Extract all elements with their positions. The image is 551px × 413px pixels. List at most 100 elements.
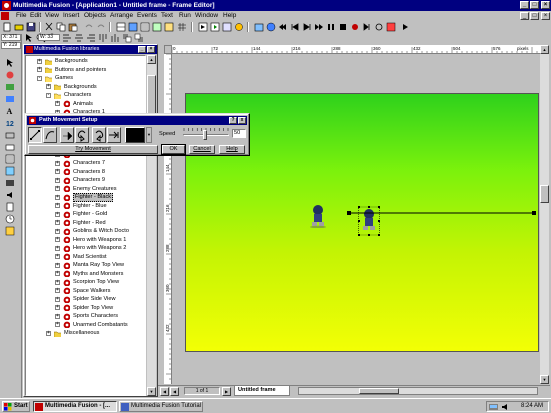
tree-item[interactable]: + Spider Top View [26,304,145,313]
document-icon[interactable] [1,12,9,20]
path-color-tool[interactable] [125,127,145,143]
mdi-minimize-button[interactable]: _ [520,12,529,20]
help-button[interactable]: Help [219,145,245,154]
grid-icon[interactable] [177,22,187,32]
pointer-tool-icon[interactable] [5,58,15,68]
stop-icon[interactable] [338,22,348,32]
bring-to-front-icon[interactable] [122,33,132,43]
expand-icon[interactable]: + [55,194,60,200]
data-elements-icon[interactable] [164,22,174,32]
fighter-character-sprite[interactable] [309,204,327,228]
text-object-icon[interactable]: A [5,106,15,116]
copy-icon[interactable] [56,22,66,32]
speaker-icon[interactable] [501,403,509,411]
expand-icon[interactable]: + [55,262,60,268]
tree-item[interactable]: + Buttons and pointers [26,66,145,75]
tree-item[interactable]: + Characters 8 [26,168,145,177]
menu-objects[interactable]: Objects [84,11,106,21]
quick-backdrop-icon[interactable] [5,94,15,104]
counter-object-icon[interactable]: 12 [5,118,15,128]
menu-run[interactable]: Run [179,11,191,21]
tree-item[interactable]: + Unarmed Combatants [26,321,145,330]
mdi-close-button[interactable]: × [541,12,550,20]
mdi-restore-button[interactable]: □ [530,12,539,20]
y-coordinate[interactable]: Y: 219 [1,42,21,49]
run-application-icon[interactable] [198,22,208,32]
step-back-icon[interactable] [290,22,300,32]
tree-item[interactable]: + Backgrounds [26,83,145,92]
close-button[interactable]: × [541,1,550,9]
tree-item[interactable]: + Backgrounds [26,57,145,66]
tree-item[interactable]: - Games [26,74,145,83]
draw-line-tool[interactable] [28,127,42,143]
expand-icon[interactable]: + [37,67,42,72]
tree-item[interactable]: + Fighter - Red [26,219,145,228]
draw-curve-tool[interactable] [43,127,57,143]
web-icon[interactable] [266,22,276,32]
maximize-button[interactable]: □ [530,1,539,9]
pause-icon[interactable] [326,22,336,32]
redo-icon[interactable] [96,22,106,32]
tree-item[interactable]: + Sports Characters [26,312,145,321]
sound-object-icon[interactable] [5,190,15,200]
expand-icon[interactable]: + [55,271,60,276]
collapse-icon[interactable]: - [46,92,51,98]
run-icon[interactable] [386,22,396,32]
edit-box-icon[interactable] [5,142,15,152]
menu-arrange[interactable]: Arrange [110,11,133,21]
play-icon[interactable] [400,22,410,32]
event-list-icon[interactable] [152,22,162,32]
menu-window[interactable]: Window [195,11,218,21]
expand-icon[interactable]: + [46,330,51,336]
editor-scroll-down-button[interactable]: ▼ [540,375,549,384]
library-title-bar[interactable]: Multimedia Fusion libraries _ × [24,45,157,54]
tree-item[interactable]: + Scorpion Top View [26,278,145,287]
tree-item[interactable]: + Fighter - Gold [26,210,145,219]
expand-icon[interactable]: + [55,101,60,106]
loop-tool[interactable] [75,127,89,143]
tab-untitled-frame[interactable]: Untitled frame [234,386,290,396]
speed-slider-thumb[interactable] [203,130,207,140]
new-icon[interactable] [2,22,12,32]
expand-icon[interactable]: + [55,288,60,293]
tree-item[interactable]: + Manta Ray Top View [26,261,145,270]
menu-help[interactable]: Help [223,11,236,21]
align-bottom-icon[interactable] [110,33,120,43]
align-right-icon[interactable] [86,33,96,43]
loop-icon[interactable] [374,22,384,32]
menu-events[interactable]: Events [137,11,157,21]
preview-icon[interactable] [222,22,232,32]
list-object-icon[interactable] [5,154,15,164]
x-coordinate[interactable]: X: 371 [1,34,21,41]
undo-icon[interactable] [84,22,94,32]
cancel-button[interactable]: Cancel [189,145,215,154]
align-left-icon[interactable] [62,33,72,43]
horizontal-scroll-thumb[interactable] [359,388,399,394]
path-options-dropdown[interactable]: ▼ [146,127,152,143]
save-icon[interactable] [26,22,36,32]
expand-icon[interactable]: + [37,58,42,64]
next-frame-button[interactable]: ▶ [222,387,231,396]
start-button[interactable]: Start [2,401,30,412]
tree-item[interactable]: + Myths and Monsters [26,270,145,279]
tree-item[interactable]: + Miscellaneous [26,329,145,338]
menu-insert[interactable]: Insert [63,11,79,21]
end-icon[interactable] [362,22,372,32]
button-object-icon[interactable] [5,130,15,140]
expand-icon[interactable]: + [55,245,60,251]
library-minimize-button[interactable]: _ [138,46,146,53]
minimize-button[interactable]: _ [520,1,529,9]
backdrop-icon[interactable] [5,82,15,92]
active-object-icon[interactable] [5,70,15,80]
tree-item[interactable]: + Characters 7 [26,159,145,168]
expand-icon[interactable]: + [55,169,60,174]
rewind-icon[interactable] [278,22,288,32]
expand-icon[interactable]: + [55,237,60,242]
tree-item[interactable]: + Hero with Weapons 1 [26,236,145,245]
expand-icon[interactable]: + [55,220,60,225]
tree-item[interactable]: + Goblins & Witch Docto [26,227,145,236]
paste-icon[interactable] [68,22,78,32]
scroll-up-button[interactable]: ▲ [147,55,156,64]
network-icon[interactable] [489,403,499,411]
expand-icon[interactable]: + [55,279,60,285]
